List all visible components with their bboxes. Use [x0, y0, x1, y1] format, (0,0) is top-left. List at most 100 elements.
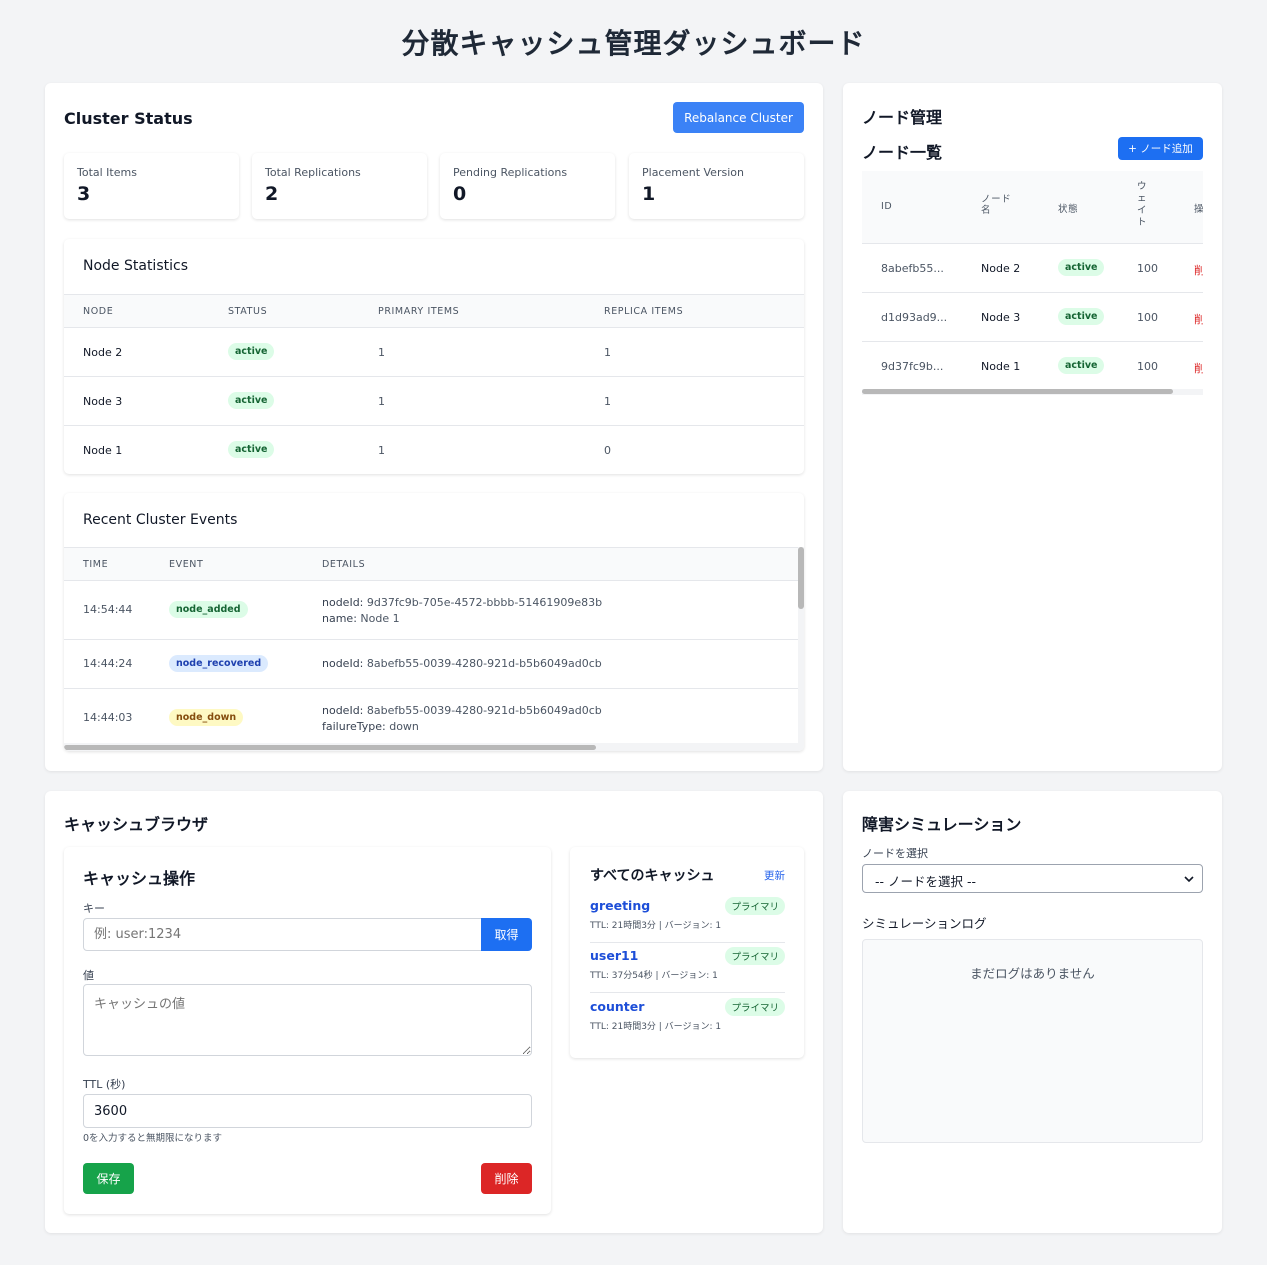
- column-header: PRIMARY ITEMS: [378, 306, 460, 317]
- simulation-log-label: シミュレーションログ: [862, 916, 987, 931]
- replica-items: 0: [604, 444, 611, 457]
- replica-items: 1: [604, 395, 611, 408]
- column-header-line: 名: [981, 205, 992, 216]
- node-weight: 100: [1137, 262, 1158, 275]
- column-header: TIME: [83, 559, 109, 570]
- detail-key: nodeId:: [322, 704, 364, 717]
- column-header-char: イ: [1137, 205, 1148, 216]
- node-statistics-title: Node Statistics: [83, 258, 188, 274]
- detail-value: Node 1: [356, 612, 400, 625]
- node-weight: 100: [1137, 311, 1158, 324]
- ttl-hint: 0を入力すると無期限になります: [83, 1133, 223, 1144]
- list-item[interactable]: greeting プライマリ TTL: 21時間3分 | バージョン: 1: [590, 896, 785, 943]
- list-item[interactable]: counter プライマリ TTL: 21時間3分 | バージョン: 1: [590, 997, 785, 1044]
- refresh-link[interactable]: 更新: [764, 868, 785, 883]
- table-row: 14:54:44 node_added nodeId: 9d37fc9b-705…: [64, 581, 798, 640]
- node-management-title: ノード管理: [862, 108, 943, 127]
- status-badge: active: [228, 392, 275, 409]
- node-list-title: ノード一覧: [862, 143, 943, 162]
- event-details: nodeId: 8abefb55-0039-4280-921d-b5b6049a…: [322, 703, 602, 735]
- table-row: 8abefb55... Node 2 active 100 削: [862, 244, 1203, 293]
- column-header: ノード 名: [981, 194, 1011, 216]
- stat-card-pending-replications: Pending Replications 0: [440, 153, 615, 219]
- cache-key-link[interactable]: user11: [590, 948, 638, 963]
- cache-browser-title: キャッシュブラウザ: [64, 815, 209, 834]
- stat-value: 3: [77, 183, 91, 205]
- table-row: Node 2 active 1 1: [64, 328, 804, 377]
- list-item[interactable]: user11 プライマリ TTL: 37分54秒 | バージョン: 1: [590, 946, 785, 993]
- column-header: NODE: [83, 306, 114, 317]
- value-textarea[interactable]: [83, 984, 532, 1056]
- column-header-char: ウ: [1137, 181, 1148, 192]
- delete-button[interactable]: 削除: [481, 1163, 532, 1194]
- stat-label: Pending Replications: [453, 166, 568, 179]
- value-label: 値: [83, 969, 94, 982]
- vertical-scrollbar-thumb[interactable]: [798, 547, 804, 609]
- primary-items: 1: [378, 444, 385, 457]
- stat-label: Total Replications: [265, 166, 361, 179]
- node-id: 9d37fc9b...: [881, 360, 944, 373]
- node-statistics-header: NODE STATUS PRIMARY ITEMS REPLICA ITEMS: [64, 294, 804, 328]
- recent-events-title: Recent Cluster Events: [83, 512, 238, 528]
- rebalance-cluster-button[interactable]: Rebalance Cluster: [673, 102, 804, 133]
- cluster-status-panel: Cluster Status Rebalance Cluster Total I…: [45, 83, 823, 771]
- detail-value: 9d37fc9b-705e-4572-bbbb-51461909e83b: [363, 596, 603, 609]
- event-time: 14:44:24: [83, 657, 133, 670]
- get-button[interactable]: 取得: [481, 918, 532, 951]
- stat-card-placement-version: Placement Version 1: [629, 153, 804, 219]
- column-header: STATUS: [228, 306, 268, 317]
- simulation-log-empty: まだログはありません: [970, 966, 1095, 981]
- vertical-scrollbar-track[interactable]: [798, 547, 804, 743]
- column-header: ID: [881, 201, 893, 212]
- detail-key: nodeId:: [322, 596, 364, 609]
- simulation-log-box: まだログはありません: [862, 939, 1203, 1143]
- primary-badge: プライマリ: [725, 947, 785, 965]
- stat-label: Total Items: [77, 166, 137, 179]
- node-name: Node 2: [981, 262, 1021, 275]
- replica-items: 1: [604, 346, 611, 359]
- primary-items: 1: [378, 346, 385, 359]
- column-header-char: ェ: [1137, 193, 1148, 204]
- node-statistics-card: Node Statistics NODE STATUS PRIMARY ITEM…: [64, 239, 804, 474]
- events-table-header: TIME EVENT DETAILS: [64, 547, 804, 581]
- save-button[interactable]: 保存: [83, 1163, 134, 1194]
- cache-meta: TTL: 37分54秒 | バージョン: 1: [590, 971, 718, 981]
- horizontal-scrollbar-track[interactable]: [64, 743, 804, 751]
- horizontal-scrollbar-thumb[interactable]: [862, 389, 1173, 394]
- column-header: DETAILS: [322, 559, 366, 570]
- horizontal-scrollbar-track[interactable]: [862, 389, 1203, 395]
- event-time: 14:44:03: [83, 711, 133, 724]
- detail-key: nodeId:: [322, 657, 364, 670]
- table-row: d1d93ad9... Node 3 active 100 削: [862, 293, 1203, 342]
- key-input[interactable]: [83, 918, 483, 951]
- cache-operations-card: キャッシュ操作 キー 取得 値 TTL (秒) 0を入力すると無期限になります …: [64, 847, 551, 1214]
- node-id: d1d93ad9...: [881, 311, 948, 324]
- cache-key-link[interactable]: greeting: [590, 898, 650, 913]
- column-header-line: ノード: [981, 194, 1012, 205]
- column-header: EVENT: [169, 559, 204, 570]
- stat-value: 0: [453, 183, 467, 205]
- ttl-input[interactable]: [83, 1094, 532, 1128]
- node-select[interactable]: -- ノードを選択 --: [862, 864, 1203, 893]
- table-row: 9d37fc9b... Node 1 active 100 削: [862, 342, 1203, 391]
- cache-meta: TTL: 21時間3分 | バージョン: 1: [590, 921, 722, 931]
- node-name: Node 1: [83, 444, 123, 457]
- column-header: 操: [1194, 204, 1203, 215]
- cache-operations-title: キャッシュ操作: [83, 869, 196, 888]
- table-row: 14:44:03 node_down nodeId: 8abefb55-0039…: [64, 689, 798, 747]
- stat-card-total-items: Total Items 3: [64, 153, 239, 219]
- delete-node-link[interactable]: 削: [1194, 360, 1203, 376]
- node-select-value: -- ノードを選択 --: [875, 874, 976, 889]
- status-badge: active: [228, 441, 275, 458]
- detail-value: down: [385, 720, 419, 733]
- delete-node-link[interactable]: 削: [1194, 262, 1203, 278]
- all-caches-title: すべてのキャッシュ: [590, 868, 715, 884]
- event-badge: node_recovered: [169, 655, 269, 672]
- delete-node-link[interactable]: 削: [1194, 311, 1203, 327]
- horizontal-scrollbar-thumb[interactable]: [64, 745, 596, 750]
- node-name: Node 1: [981, 360, 1021, 373]
- cache-key-link[interactable]: counter: [590, 999, 644, 1014]
- add-node-button[interactable]: + ノード追加: [1118, 137, 1203, 160]
- status-badge: active: [1058, 308, 1105, 325]
- detail-value: 8abefb55-0039-4280-921d-b5b6049ad0cb: [363, 657, 602, 670]
